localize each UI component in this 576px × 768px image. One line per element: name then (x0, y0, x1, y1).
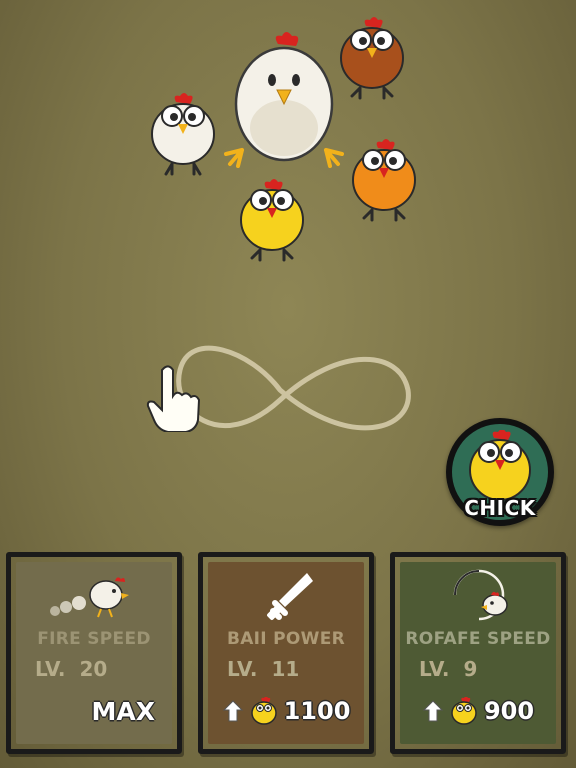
upgrade-cost-button[interactable]: 1100 (203, 693, 369, 729)
upgrade-card-fire-speed[interactable]: FIRE SPEED LV. 20 MAX (6, 552, 182, 754)
upgrade-title: BAII POWER (226, 629, 346, 649)
upgrade-level: LV. 20 (35, 657, 107, 681)
orange-chick-icon (352, 139, 416, 222)
upgrade-card-rotate-speed[interactable]: ROFAFE SPEED LV. 9 900 (390, 552, 566, 754)
upgrade-arrow-icon (222, 700, 243, 722)
white-chick-icon (151, 93, 215, 176)
level-prefix: LV. (419, 657, 450, 681)
rotate-chicken-icon (453, 569, 508, 621)
upgrade-title: FIRE SPEED (37, 629, 151, 649)
upgrade-level: LV. 9 (419, 657, 477, 681)
level-value: 9 (463, 657, 478, 681)
pointing-hand-icon (146, 365, 200, 432)
chick-button-label: CHICK (464, 496, 536, 520)
upgrade-arrow-icon (422, 700, 444, 722)
max-badge: MAX (91, 697, 155, 726)
upgrade-cost: 900 (483, 697, 535, 725)
upgrade-panels: FIRE SPEED LV. 20 MAX BAII POWER LV. 11 (0, 548, 576, 768)
chick-coin-icon (250, 697, 277, 725)
knife-icon (267, 573, 313, 620)
chicken-fire-icon (50, 577, 129, 618)
yellow-chick-icon (240, 179, 304, 262)
brown-chick-icon (340, 17, 404, 100)
hen-icon (224, 32, 344, 168)
upgrade-cost-button[interactable]: 900 (395, 693, 561, 729)
chick-button[interactable]: CHICK (446, 418, 554, 526)
level-prefix: LV. (227, 657, 258, 681)
level-value: 20 (79, 657, 108, 681)
upgrade-level: LV. 11 (227, 657, 299, 681)
game-scene: CHICK FIRE SPEED LV. 20 MAX BAII POWER L… (0, 0, 576, 768)
level-value: 11 (271, 657, 300, 681)
level-prefix: LV. (35, 657, 66, 681)
upgrade-cost: 1100 (283, 697, 351, 725)
chick-coin-icon (451, 697, 477, 725)
upgrade-title: ROFAFE SPEED (405, 629, 551, 649)
upgrade-card-bail-power[interactable]: BAII POWER LV. 11 1100 (198, 552, 374, 754)
chick-icon (469, 430, 531, 501)
